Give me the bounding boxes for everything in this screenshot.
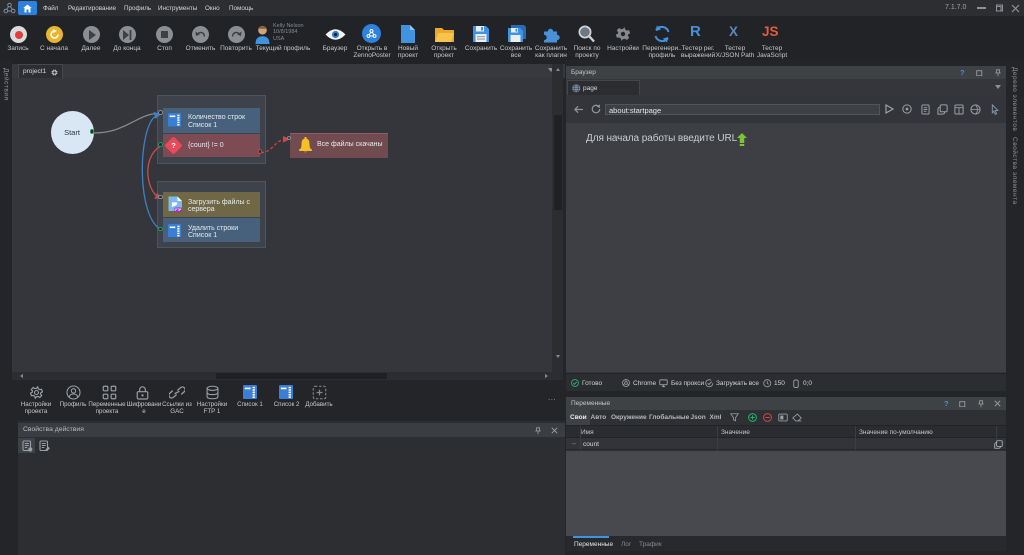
svg-text:FTP: FTP (175, 208, 182, 212)
